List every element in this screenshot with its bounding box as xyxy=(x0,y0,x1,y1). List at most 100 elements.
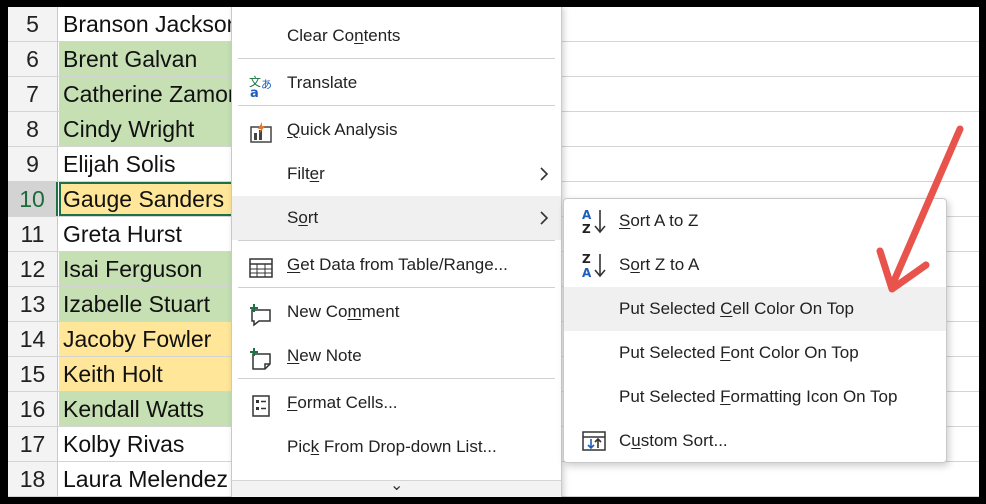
access-key: e xyxy=(309,164,320,183)
row-header[interactable]: 16 xyxy=(8,392,58,426)
access-key: o xyxy=(298,208,308,227)
name-cell[interactable]: Kolby Rivas xyxy=(59,427,239,461)
menu-item-get-data-from-table-range[interactable]: Get Data from Table/Range... xyxy=(232,243,561,287)
access-key: S xyxy=(619,211,631,230)
active-cell[interactable]: Gauge Sanders xyxy=(59,182,239,216)
context-menu-scroll-down[interactable]: ⌄ xyxy=(232,477,561,497)
row-header[interactable]: 7 xyxy=(8,77,58,111)
label-text: ment xyxy=(361,302,400,321)
name-cell[interactable]: Izabelle Stuart xyxy=(59,287,239,321)
name-cell[interactable]: Jacoby Fowler xyxy=(59,322,239,356)
custom-sort-icon xyxy=(580,427,608,455)
context-menu: Clear Contents 文 a あ Translate Quick Analysis… xyxy=(231,7,562,497)
table-icon xyxy=(248,253,274,278)
menu-item-new-comment[interactable]: New Comment xyxy=(232,290,561,334)
row-header[interactable]: 17 xyxy=(8,427,58,461)
label-text: ormatting Icon On Top xyxy=(730,387,898,406)
submenu-item-put-selected-font-color-on-top[interactable]: Put Selected Font Color On Top xyxy=(564,331,946,375)
name-cell[interactable]: Kendall Watts xyxy=(59,392,239,426)
access-key: o xyxy=(630,255,640,274)
label-text: S xyxy=(287,208,299,227)
menu-item-label: Filter xyxy=(287,152,325,196)
access-key: N xyxy=(287,346,300,365)
label-text: rt xyxy=(307,208,319,227)
label-text: uick Analysis xyxy=(300,120,398,139)
access-key: F xyxy=(720,343,731,362)
access-key: u xyxy=(631,431,641,450)
menu-item-label: Clear Contents xyxy=(287,14,400,58)
submenu-item-put-selected-formatting-icon-on-top[interactable]: Put Selected Formatting Icon On Top xyxy=(564,375,946,419)
row-header[interactable]: 9 xyxy=(8,147,58,181)
label-text: ew Note xyxy=(299,346,362,365)
access-key: m xyxy=(347,302,362,321)
access-key: n xyxy=(354,26,364,45)
access-key: k xyxy=(310,437,320,456)
label-text: r xyxy=(319,164,325,183)
sort-z-to-a-icon: ZA xyxy=(580,251,608,280)
name-cell[interactable]: Branson Jackson xyxy=(59,7,239,41)
menu-item-label: New Note xyxy=(287,334,362,378)
row-header[interactable]: 14 xyxy=(8,322,58,356)
name-cell[interactable]: Greta Hurst xyxy=(59,217,239,251)
menu-item-label: Sort Z to A xyxy=(619,243,699,287)
format-cells-icon xyxy=(248,391,274,417)
chevron-right-icon xyxy=(540,211,549,225)
row-header[interactable]: 6 xyxy=(8,42,58,76)
name-cell[interactable]: Laura Melendez xyxy=(59,462,239,496)
menu-separator xyxy=(238,105,555,106)
name-cell[interactable]: Elijah Solis xyxy=(59,147,239,181)
chevron-right-icon xyxy=(540,167,549,181)
menu-item-label: Quick Analysis xyxy=(287,108,398,152)
label-text: ort A to Z xyxy=(630,211,699,230)
menu-item-label: Format Cells... xyxy=(287,381,398,425)
menu-item-format-cells[interactable]: Format Cells... xyxy=(232,381,561,425)
row-header[interactable]: 8 xyxy=(8,112,58,146)
row-header[interactable]: 12 xyxy=(8,252,58,286)
row-header[interactable]: 13 xyxy=(8,287,58,321)
menu-item-translate[interactable]: 文 a あ Translate xyxy=(232,61,561,105)
submenu-item-custom-sort[interactable]: Custom Sort... xyxy=(564,419,946,463)
menu-item-new-note[interactable]: New Note xyxy=(232,334,561,378)
name-cell[interactable]: Catherine Zamora xyxy=(59,77,239,111)
menu-separator xyxy=(238,240,555,241)
label-text: rt Z to A xyxy=(639,255,700,274)
menu-item-filter[interactable]: Filter xyxy=(232,152,561,196)
label-text: Translate xyxy=(287,73,358,92)
name-cell[interactable]: Keith Holt xyxy=(59,357,239,391)
name-cell[interactable]: Cindy Wright xyxy=(59,112,239,146)
svg-text:A: A xyxy=(582,266,592,279)
quick-analysis-icon xyxy=(248,118,274,143)
label-text: ormat Cells... xyxy=(297,393,398,412)
row-header[interactable]: 5 xyxy=(8,7,58,41)
menu-item-quick-analysis[interactable]: Quick Analysis xyxy=(232,108,561,152)
menu-separator xyxy=(238,378,555,379)
menu-item-label: Get Data from Table/Range... xyxy=(287,243,508,287)
access-key: G xyxy=(287,255,301,274)
menu-item-pick-from-drop-down-list[interactable]: Pick From Drop-down List... xyxy=(232,425,561,469)
row-header[interactable]: 11 xyxy=(8,217,58,251)
new-comment-icon xyxy=(248,300,274,327)
row-header[interactable]: 18 xyxy=(8,462,58,496)
row-header[interactable]: 10 xyxy=(8,182,58,216)
name-cell[interactable]: Isai Ferguson xyxy=(59,252,239,286)
menu-item-label: New Comment xyxy=(287,290,399,334)
menu-item-label: Sort A to Z xyxy=(619,199,698,243)
label-text: stom Sort... xyxy=(640,431,728,450)
sort-a-to-z-icon: AZ xyxy=(580,207,608,236)
label-text: Clear Co xyxy=(287,26,355,45)
svg-text:A: A xyxy=(582,208,592,222)
menu-item-label: Put Selected Cell Color On Top xyxy=(619,287,854,331)
new-note-icon xyxy=(248,344,274,370)
row-header[interactable]: 15 xyxy=(8,357,58,391)
svg-text:a: a xyxy=(250,86,259,98)
menu-item-sort[interactable]: Sort xyxy=(232,196,561,240)
name-cell[interactable]: Brent Galvan xyxy=(59,42,239,76)
menu-item-label: Sort xyxy=(287,196,318,240)
label-text: ont Color On Top xyxy=(730,343,859,362)
label-text: C xyxy=(619,431,632,450)
menu-item-label: Put Selected Font Color On Top xyxy=(619,331,859,375)
menu-item-clear-contents[interactable]: Clear Contents xyxy=(232,14,561,58)
label-text: S xyxy=(619,255,631,274)
menu-separator xyxy=(238,287,555,288)
svg-text:あ: あ xyxy=(261,78,272,91)
